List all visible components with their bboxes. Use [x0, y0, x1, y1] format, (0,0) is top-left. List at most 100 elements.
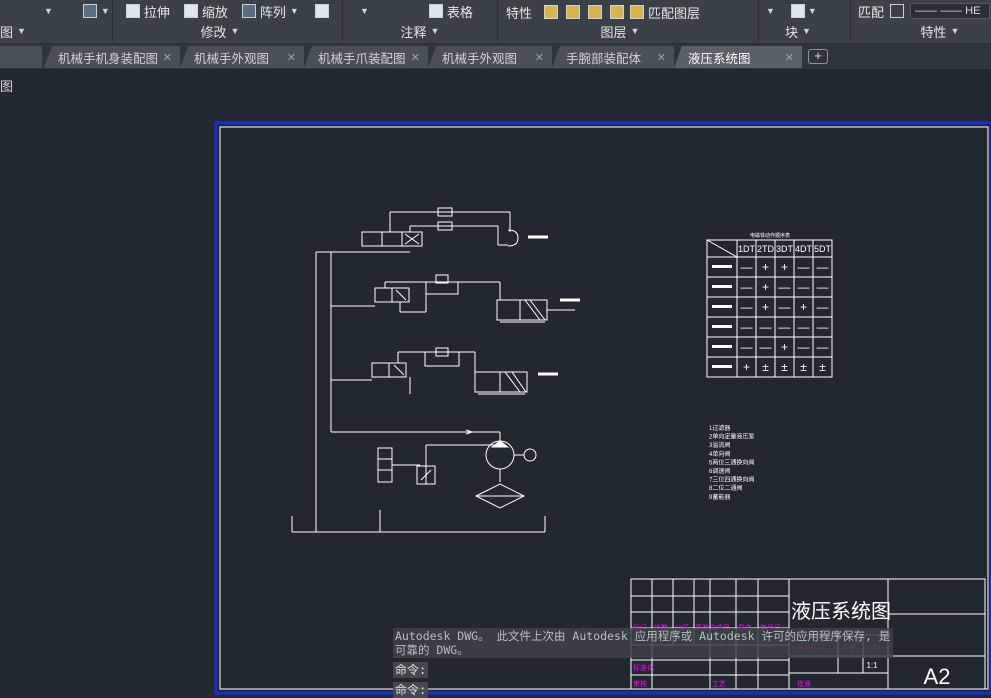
chevron-down-icon: ▼: [17, 26, 26, 36]
new-tab-button[interactable]: +: [808, 49, 828, 64]
table-cell: ±: [762, 360, 769, 374]
offset-icon[interactable]: [314, 4, 329, 18]
table-cell: —: [817, 260, 829, 274]
panel-layers[interactable]: 图层 ▼: [580, 22, 660, 40]
table-row-label-mark: [712, 265, 732, 268]
panel-view-label[interactable]: 图 ▼: [0, 22, 30, 40]
table-row-label-mark: [712, 345, 732, 348]
table-cell: —: [817, 280, 829, 294]
table-cell: —: [779, 300, 791, 314]
chevron-down-icon[interactable]: ▼: [766, 6, 775, 16]
table-cell: —: [741, 320, 753, 334]
divider: [850, 0, 851, 42]
table-cell: —: [779, 320, 791, 334]
close-icon[interactable]: ✕: [785, 51, 794, 64]
close-icon[interactable]: ✕: [163, 51, 172, 64]
table-cell: +: [762, 260, 769, 274]
divider: [112, 0, 113, 42]
tab-active-document[interactable]: 液压系统图 ✕: [674, 46, 802, 68]
parts-list-item: 5两位三通换向阀: [709, 458, 754, 466]
parts-list: 1过滤器2单向定量液压泵3溢流阀4单向阀5两位三通换向阀6调速阀7三位四通换向阀…: [709, 424, 754, 501]
chevron-down-icon: ▼: [802, 26, 811, 36]
select-icon[interactable]: [82, 4, 97, 18]
array-icon: [241, 4, 256, 18]
properties-label-top[interactable]: 特性: [506, 3, 532, 22]
table-row-label-mark: [712, 325, 732, 328]
tab-document[interactable]: 机械手外观图 ✕: [428, 46, 552, 68]
match-layer-label: 匹配图层: [648, 5, 701, 21]
panel-label: 图: [0, 24, 14, 40]
stretch-label: 拉伸: [143, 4, 170, 20]
hydraulic-schematic: [291, 207, 580, 533]
table-header-cell: 4DT: [795, 244, 813, 254]
panel-modify[interactable]: 修改 ▼: [180, 22, 260, 40]
sheet-size: A2: [924, 664, 951, 689]
linetype-select[interactable]: —— —— HE: [910, 3, 991, 19]
ribbon: ▼ ▼ 拉伸 缩放 阵列 ▼ ▼ 表格 特性 匹配图层 ▼ ▼ 匹配 —— —— …: [0, 0, 991, 44]
tab-document[interactable]: 机械手外观图 ✕: [180, 46, 304, 68]
parts-list-item: 4单向阀: [709, 450, 730, 458]
solenoid-sequence-table: 电磁铁动作顺序表 1DT 2TD 3DT 4DT 5DT — + + — — — + — — — — + — + — —…: [706, 232, 833, 378]
command-line-area: Autodesk DWG。 此文件上次由 Autodesk 应用程序或 Auto…: [393, 628, 893, 698]
close-icon[interactable]: ✕: [535, 51, 544, 64]
table-grid: [706, 239, 832, 377]
tab-label: 机械手外观图: [194, 51, 270, 66]
table-cell: —: [817, 300, 829, 314]
view-dropdown-icon[interactable]: ▼: [44, 6, 53, 16]
parts-list-item: 6调速阀: [709, 467, 730, 475]
table-cell: —: [798, 320, 810, 334]
chevron-down-icon[interactable]: ▼: [808, 6, 817, 16]
chevron-down-icon[interactable]: ▼: [101, 6, 110, 16]
panel-label: 特性: [920, 24, 947, 40]
table-cell: —: [741, 340, 753, 354]
match-layer-icon: [630, 5, 645, 19]
chevron-down-icon[interactable]: ▼: [360, 6, 369, 16]
table-button[interactable]: 表格: [428, 2, 473, 21]
table-header-cell: 1DT: [738, 244, 756, 254]
panel-annotation[interactable]: 注释 ▼: [380, 22, 460, 40]
tab-document[interactable]: 机械手爪装配图 ✕: [304, 46, 428, 68]
table-cell: ±: [819, 360, 826, 374]
list-icon[interactable]: [890, 4, 905, 18]
array-button[interactable]: 阵列 ▼: [241, 2, 299, 21]
chevron-down-icon: ▼: [430, 26, 440, 36]
layer-icon[interactable]: [566, 5, 581, 19]
stretch-button[interactable]: 拉伸: [125, 2, 170, 21]
close-icon[interactable]: ✕: [657, 51, 666, 64]
table-header-cell: 5DT: [814, 244, 832, 254]
panel-properties[interactable]: 特性 ▼: [900, 22, 980, 40]
parts-list-item: 7三位四通换向阀: [709, 476, 754, 484]
panel-label: 块: [785, 24, 799, 40]
tab-document[interactable]: 机械手机身装配图 ✕: [44, 46, 180, 68]
layer-icon[interactable]: [588, 5, 603, 19]
tab-document[interactable]: 手腕部装配体 ✕: [552, 46, 674, 68]
tab-partial[interactable]: [0, 46, 42, 68]
match-properties-button[interactable]: 匹配: [858, 2, 884, 21]
table-cell: +: [743, 360, 750, 374]
command-prompt[interactable]: 命令:: [393, 662, 429, 678]
drawing-title: 液压系统图: [791, 599, 891, 623]
table-cell: ±: [800, 360, 807, 374]
match-layer-button[interactable]: 匹配图层: [630, 3, 700, 22]
tab-label: 机械手机身装配图: [58, 51, 159, 66]
table-cell: +: [762, 280, 769, 294]
table-cell: —: [779, 280, 791, 294]
ribbon-row: ▼ ▼ 拉伸 缩放 阵列 ▼: [0, 0, 329, 22]
table-label: 表格: [446, 4, 473, 20]
table-header-cell: 3DT: [776, 244, 794, 254]
layer-icon[interactable]: [544, 5, 559, 19]
table-diagonal: [706, 239, 738, 258]
insert-block-icon[interactable]: [790, 4, 805, 18]
close-icon[interactable]: ✕: [411, 51, 420, 64]
scale-button[interactable]: 缩放: [183, 2, 228, 21]
scale-label: 缩放: [201, 4, 228, 20]
divider: [342, 0, 343, 42]
panel-block[interactable]: 块 ▼: [768, 22, 828, 40]
table-row-label-mark: [712, 365, 732, 368]
drawing-canvas[interactable]: 电磁铁动作顺序表 1DT 2TD 3DT 4DT 5DT — + + — — — + — — — — + — + — —…: [0, 69, 991, 698]
close-icon[interactable]: ✕: [287, 51, 296, 64]
layer-icon[interactable]: [610, 5, 625, 19]
chevron-down-icon: ▼: [950, 26, 960, 36]
chevron-down-icon: ▼: [230, 26, 240, 36]
command-input[interactable]: 命令:: [393, 682, 429, 698]
